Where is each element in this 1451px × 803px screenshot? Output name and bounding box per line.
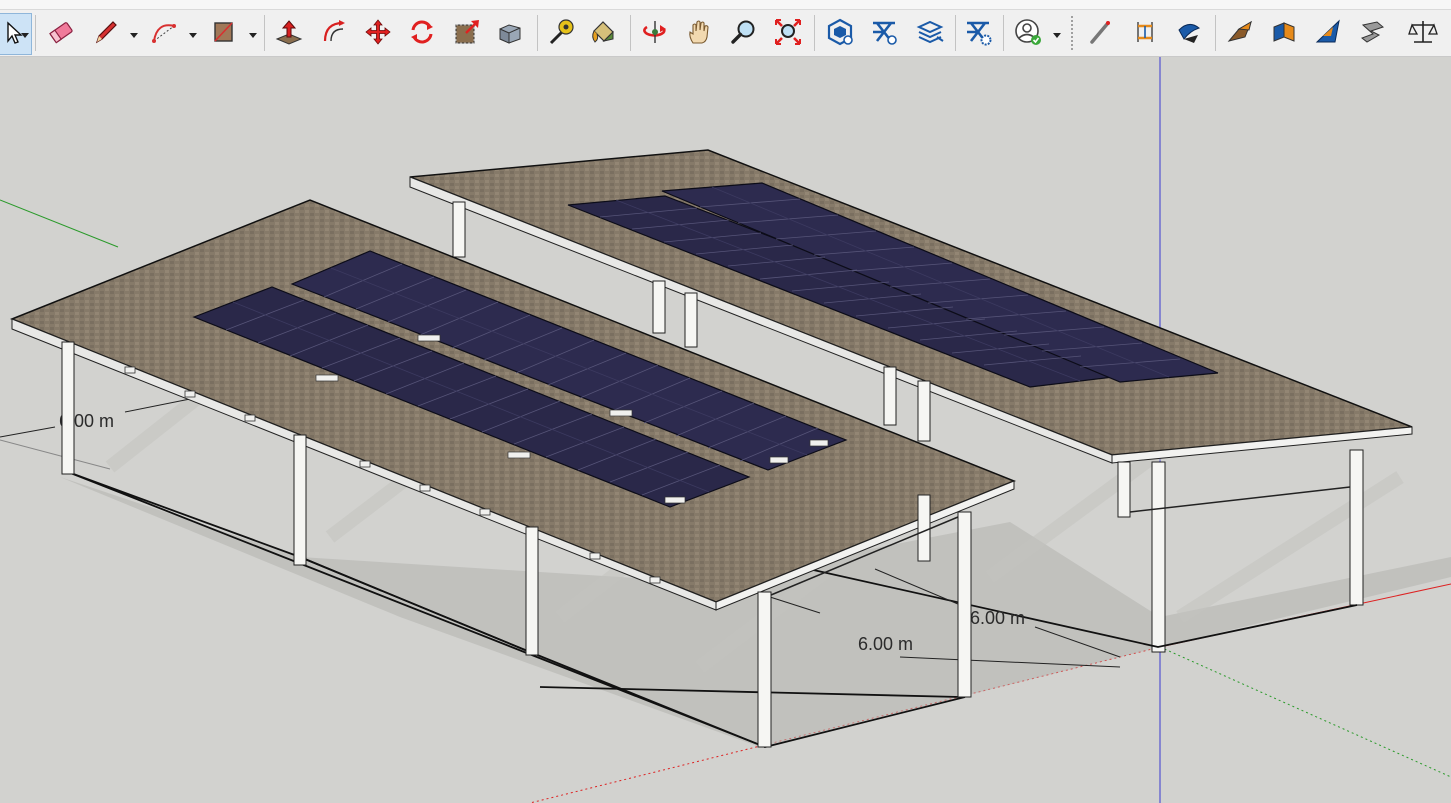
scale-icon (452, 17, 482, 52)
tape-measure-tool-button[interactable] (543, 13, 579, 55)
split-scale-button[interactable] (1405, 13, 1441, 55)
toolbar-separator (1003, 15, 1004, 51)
pan-hand-icon (685, 17, 715, 52)
user-account-button[interactable] (1010, 13, 1046, 55)
extension-warehouse-icon (869, 17, 899, 52)
rectangle-tool-button[interactable] (205, 13, 241, 55)
paint-bucket-tool-button[interactable] (585, 13, 621, 55)
offset-tool-button[interactable] (316, 13, 352, 55)
zoom-magnifier-icon (729, 17, 759, 52)
toolbar-separator (630, 15, 631, 51)
arc-tool-button[interactable] (146, 13, 182, 55)
pencil-line-icon (91, 17, 121, 52)
toolbar-separator (537, 15, 538, 51)
orbit-tool-button[interactable] (637, 13, 673, 55)
3d-warehouse-button[interactable] (822, 13, 858, 55)
toolbar-separator (35, 15, 36, 51)
model-viewport[interactable]: 6.00 m 6.00 m 6.00 m (0, 57, 1451, 803)
green-axis-negative (1159, 646, 1451, 778)
sandbox-stamp-icon (1130, 17, 1160, 52)
rectangle-icon (208, 17, 238, 52)
scene-canvas[interactable]: 6.00 m 6.00 m 6.00 m (0, 57, 1451, 803)
toolbar-separator (264, 15, 265, 51)
green-axis-line (0, 199, 119, 248)
union-icon (1313, 17, 1343, 52)
account-menu-caret[interactable] (1052, 29, 1062, 41)
split-scale-icon (1408, 17, 1438, 52)
tape-measure-icon (546, 17, 576, 52)
arc-icon (149, 17, 179, 52)
follow-me-icon (495, 17, 525, 52)
extension-warehouse-button[interactable] (866, 13, 902, 55)
subtract-icon (1357, 17, 1387, 52)
main-toolbar (0, 0, 1451, 57)
union-button[interactable] (1310, 13, 1346, 55)
send-to-layout-button[interactable] (912, 13, 948, 55)
follow-me-tool-button[interactable] (492, 13, 528, 55)
front-depth-dimension-label[interactable]: 6.00 m (858, 634, 913, 654)
zoom-tool-button[interactable] (726, 13, 762, 55)
send-to-layout-icon (915, 17, 945, 52)
push-pull-icon (274, 17, 304, 52)
zoom-extents-icon (773, 17, 803, 52)
orbit-icon (640, 17, 670, 52)
outer-shell-button[interactable] (1222, 13, 1258, 55)
user-account-icon (1013, 17, 1043, 52)
toolbar-top-strip (0, 0, 1451, 10)
toolbar-separator (814, 15, 815, 51)
sandbox-drape-button[interactable] (1171, 13, 1207, 55)
toolbar-separator (1215, 15, 1216, 51)
sandbox-smoove-icon (1086, 17, 1116, 52)
subtract-button[interactable] (1354, 13, 1390, 55)
outer-shell-icon (1225, 17, 1255, 52)
toolbar-grip[interactable] (1070, 15, 1074, 51)
sandbox-smoove-button[interactable] (1083, 13, 1119, 55)
offset-icon (319, 17, 349, 52)
sandbox-drape-icon (1174, 17, 1204, 52)
paint-bucket-icon (588, 17, 618, 52)
intersect-icon (1269, 17, 1299, 52)
3d-warehouse-icon (825, 17, 855, 52)
rotate-icon (407, 17, 437, 52)
line-tool-button[interactable] (88, 13, 124, 55)
eraser-tool-button[interactable] (43, 13, 79, 55)
rectangle-tool-menu-caret[interactable] (248, 29, 258, 41)
line-tool-menu-caret[interactable] (129, 29, 139, 41)
eraser-icon (46, 17, 76, 52)
select-tool-menu-caret[interactable] (20, 29, 30, 41)
pan-tool-button[interactable] (682, 13, 718, 55)
toolbar-separator (955, 15, 956, 51)
zoom-extents-tool-button[interactable] (770, 13, 806, 55)
intersect-button[interactable] (1266, 13, 1302, 55)
extension-manager-icon (963, 17, 993, 52)
scale-tool-button[interactable] (449, 13, 485, 55)
right-depth-dimension-label[interactable]: 6.00 m (970, 608, 1025, 628)
move-icon (363, 17, 393, 52)
rotate-tool-button[interactable] (404, 13, 440, 55)
move-tool-button[interactable] (360, 13, 396, 55)
push-pull-tool-button[interactable] (271, 13, 307, 55)
extension-manager-button[interactable] (960, 13, 996, 55)
sandbox-stamp-button[interactable] (1127, 13, 1163, 55)
arc-tool-menu-caret[interactable] (188, 29, 198, 41)
